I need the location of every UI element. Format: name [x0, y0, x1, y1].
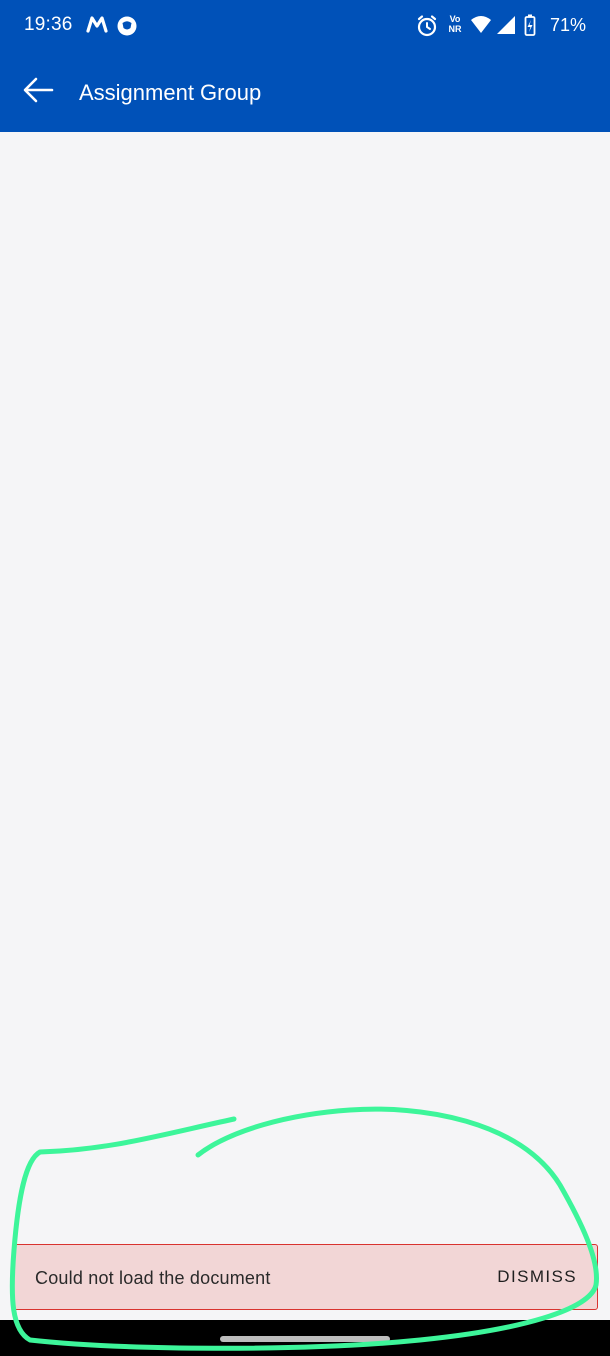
status-bar: 19:36 Vo NR 71%	[0, 0, 610, 52]
home-gesture-handle[interactable]	[220, 1336, 390, 1342]
navigation-bar	[0, 1320, 610, 1356]
back-button[interactable]	[14, 68, 62, 116]
app-bar: Assignment Group	[0, 52, 610, 132]
battery-percentage: 71%	[549, 15, 586, 35]
vonr-top: Vo	[449, 14, 461, 24]
dismiss-button[interactable]: DISMISS	[497, 1267, 577, 1287]
signal-icon	[496, 15, 516, 40]
document-content-area	[0, 132, 610, 1320]
error-snackbar: Could not load the document DISMISS	[12, 1244, 598, 1310]
page-title: Assignment Group	[79, 80, 262, 105]
myntra-m-icon	[86, 14, 108, 39]
vonr-bottom: NR	[448, 24, 462, 34]
battery-charging-icon	[524, 14, 536, 41]
alarm-icon	[416, 14, 438, 43]
wifi-icon	[470, 15, 492, 40]
snackbar-message: Could not load the document	[35, 1268, 271, 1288]
vonr-icon: Vo NR	[444, 14, 466, 34]
chat-bubble-icon	[116, 15, 138, 42]
arrow-left-icon	[22, 77, 54, 108]
status-time: 19:36	[24, 14, 73, 35]
